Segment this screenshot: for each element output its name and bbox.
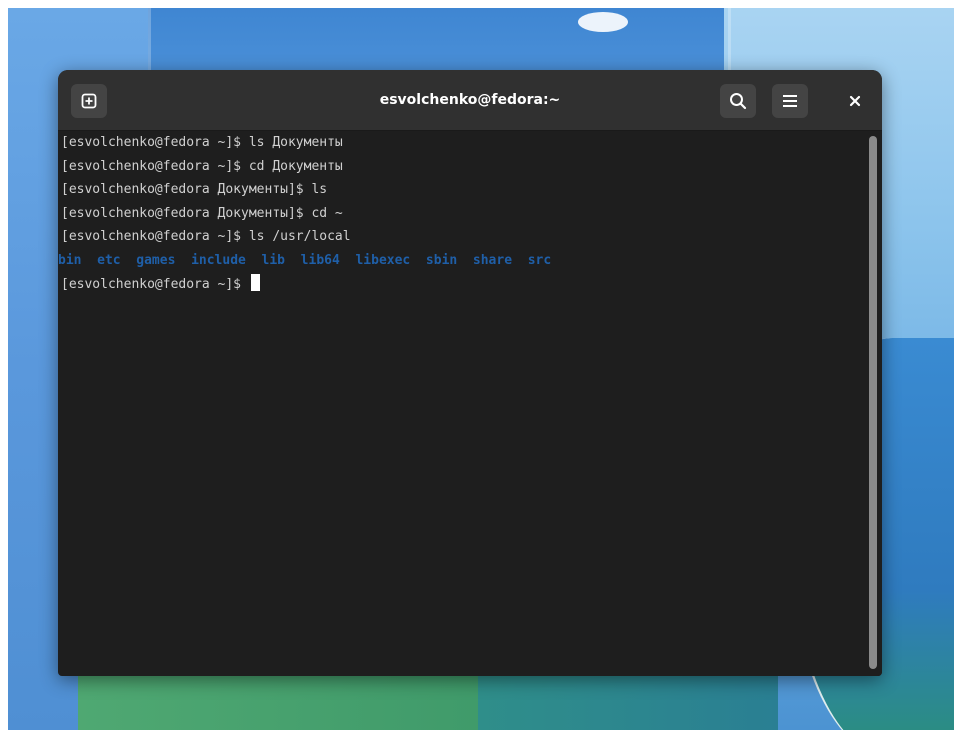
- terminal-window: esvolchenko@fedora:~ [esvolchenko@fedora…: [58, 70, 882, 676]
- search-icon: [730, 93, 747, 110]
- prompt-line[interactable]: [esvolchenko@fedora ~]$: [61, 273, 864, 297]
- hamburger-menu-icon: [783, 95, 797, 107]
- window-titlebar[interactable]: esvolchenko@fedora:~: [58, 70, 882, 131]
- terminal-line: [esvolchenko@fedora Документы]$ ls: [61, 182, 328, 198]
- ls-output-row: bin etc games include lib lib64 libexec …: [58, 249, 864, 273]
- terminal-line: [esvolchenko@fedora ~]$ ls Документы: [61, 135, 343, 150]
- directory-entry: include: [191, 252, 246, 268]
- close-icon: [849, 95, 861, 107]
- wallpaper-splash: [578, 12, 628, 32]
- terminal-prompt: [esvolchenko@fedora ~]$: [61, 276, 249, 292]
- search-button[interactable]: [720, 84, 756, 118]
- close-button[interactable]: [840, 86, 870, 116]
- scrollbar-thumb[interactable]: [869, 136, 877, 669]
- terminal-output[interactable]: [esvolchenko@fedora ~]$ ls Документы [es…: [58, 131, 864, 676]
- directory-entry: games: [136, 252, 176, 268]
- terminal-line: [esvolchenko@fedora ~]$ ls /usr/local: [61, 229, 351, 245]
- main-menu-button[interactable]: [772, 84, 808, 118]
- terminal-line: [esvolchenko@fedora ~]$ cd Документы: [61, 158, 343, 174]
- directory-entry: src: [527, 252, 552, 268]
- window-title: esvolchenko@fedora:~: [379, 92, 561, 108]
- new-tab-icon: [81, 93, 97, 109]
- terminal-line: [esvolchenko@fedora Документы]$ cd ~: [61, 205, 343, 221]
- vertical-scrollbar[interactable]: [865, 131, 882, 676]
- wallpaper-bottom-green: [78, 670, 498, 730]
- new-tab-button[interactable]: [71, 84, 107, 118]
- wallpaper-bottom-teal: [478, 670, 778, 730]
- directory-entry: sbin: [425, 252, 458, 268]
- directory-entry: etc: [97, 252, 121, 268]
- directory-entry: lib: [261, 252, 286, 268]
- directory-entry: libexec: [355, 252, 411, 268]
- directory-entry: bin: [58, 252, 82, 268]
- directory-entry: lib64: [300, 252, 340, 268]
- text-cursor: [250, 273, 260, 291]
- wallpaper-top-panel: [148, 8, 728, 78]
- directory-entry: share: [472, 252, 513, 268]
